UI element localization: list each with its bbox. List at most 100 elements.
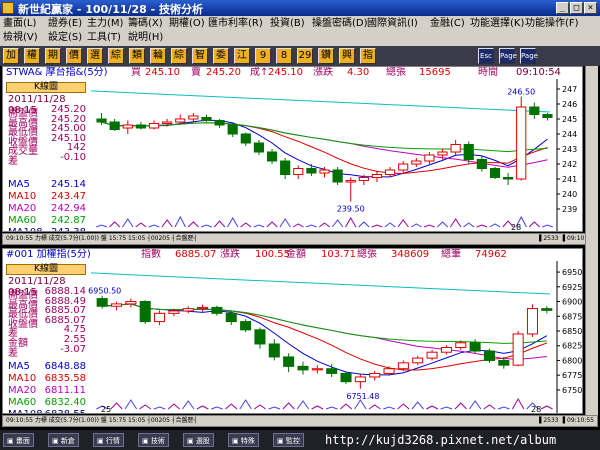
title-bar[interactable]: 新世紀贏家 - 100/11/28 - 技術分析 _ □ × [0, 0, 600, 16]
toolbar-button[interactable]: 輪 [150, 48, 166, 64]
toolbar-button[interactable]: 29 [297, 48, 313, 64]
toolbar-button[interactable]: 加 [3, 48, 19, 64]
candle-body [197, 306, 209, 310]
toolbar-button[interactable]: 價 [66, 48, 82, 64]
toolbar-button[interactable]: 綜 [108, 48, 124, 64]
buy-label: 買 [131, 67, 141, 78]
taskbar-tab[interactable]: ▣ 新倉 [48, 433, 79, 447]
toolbar-button[interactable]: 類 [129, 48, 145, 64]
candle-body [426, 351, 438, 359]
menu-item[interactable]: 籌碼(X) [128, 17, 163, 31]
candle-body [463, 144, 474, 160]
candle-body [175, 118, 186, 123]
toolbar-button[interactable]: 選 [87, 48, 103, 64]
menu-item[interactable]: 檢視(V) [3, 31, 38, 45]
menu-item[interactable]: 設定(S) [48, 31, 82, 45]
toolbar-button[interactable]: 綜 [171, 48, 187, 64]
vertical-scrollbar[interactable] [585, 66, 598, 415]
y-tick-label: 6825 [562, 342, 582, 351]
x-axis-label: 28 [511, 223, 521, 232]
menu-item[interactable]: 證券(E) [48, 17, 82, 31]
y-tick-label: 6900 [562, 298, 582, 307]
menu-item[interactable]: 操盤密碼(D) [312, 17, 368, 31]
overlay-date: 2011/11/28 08:15 [8, 94, 66, 116]
candle-body [311, 368, 323, 371]
candle-body [201, 117, 212, 121]
taskbar-tab[interactable]: ▣ 選股 [183, 433, 214, 447]
candle-body [383, 368, 395, 374]
candlestick-chart-index[interactable]: 6950 6925 6900 6875 6850 6825 6800 6775 6750 25 28… [3, 261, 583, 414]
status-bar-index: 09:10:55 力標 成交(5.7分(1.00)) 盤 15:75 15:05… [2, 415, 598, 427]
taskbar-tab[interactable]: ▣ 技術 [138, 433, 169, 447]
menu-item[interactable]: 主力(M) [87, 17, 123, 31]
overlay-row: 成交量 142 [8, 142, 86, 158]
taskbar-tab[interactable]: ▣ 行情 [93, 433, 124, 447]
menu-item[interactable]: 工具(T) [87, 31, 121, 45]
taskbar-tab[interactable]: ▣ 監控 [273, 433, 304, 447]
ma-row: MA60 6832.40 [8, 397, 86, 408]
toolbar-button[interactable]: 期 [45, 48, 61, 64]
y-tick-label: 241 [562, 175, 577, 184]
chart-panel-futures[interactable]: STWA& 摩台指&(5分) 買 245.10 賣 245.20 成↑ 245.… [2, 66, 583, 232]
chart-panel-index[interactable]: #001 加權指(5分) 指數 6885.07 漲跌 100.55 金額 103… [2, 248, 583, 414]
candle-body [319, 169, 330, 174]
index-value: 6885.07 [175, 249, 217, 260]
candle-body [148, 123, 160, 129]
candle-body [122, 124, 133, 129]
candle-body [254, 329, 266, 345]
candle-body [354, 376, 366, 383]
toolbar-button[interactable]: 興 [339, 48, 355, 64]
toolbar-icon-button[interactable]: Page Dn [520, 48, 538, 74]
menu-item[interactable]: 畫面(L) [3, 17, 36, 31]
toolbar-button[interactable]: 江 [234, 48, 250, 64]
toolbar-button[interactable]: 8 [276, 48, 292, 64]
menu-item[interactable]: 國際資訊(I) [367, 17, 418, 31]
kline-overlay-title-index: K線圖 [6, 264, 86, 275]
toolbar-icon-button[interactable]: Page Up [499, 48, 517, 74]
candle-body [182, 308, 194, 312]
kline-overlay-title: K線圖 [6, 82, 86, 93]
toolbar-button[interactable]: 智 [192, 48, 208, 64]
symbol-name: STWA& 摩台指&(5分) [6, 67, 108, 78]
toolbar-icon-button[interactable]: Esc [478, 48, 494, 64]
menu-item[interactable]: 金融(C) [430, 17, 465, 31]
ma-row: MA20 6811.11 [8, 385, 86, 396]
toolbar-button[interactable]: 9 [255, 48, 271, 64]
x-axis-label: 28 [531, 405, 541, 414]
close-button[interactable]: × [584, 2, 597, 14]
candle-body [541, 308, 553, 311]
candle-body [450, 144, 461, 153]
menu-item[interactable]: 投資(B) [270, 17, 305, 31]
menu-item[interactable]: 功能選擇(K) [470, 17, 524, 31]
overlay-row: 收盤價 245.10 [8, 132, 86, 148]
candle-body [109, 121, 120, 130]
overlay-row: 差 -3.07 [8, 343, 86, 359]
toolbar-button[interactable]: 委 [213, 48, 229, 64]
taskbar-tab[interactable]: ▣ 畫面 [3, 433, 34, 447]
overlay-row: 最高價 245.20 [8, 113, 86, 129]
overlay-row: 最高價 6888.49 [8, 295, 86, 311]
overlay-row: 差 4.75 [8, 324, 86, 340]
candle-body [293, 168, 304, 175]
candle-body [297, 365, 309, 371]
candle-body [125, 301, 137, 305]
minimize-button[interactable]: _ [556, 2, 569, 14]
maximize-button[interactable]: □ [570, 2, 583, 14]
toolbar-button[interactable]: 鑽 [318, 48, 334, 64]
candle-body [214, 120, 225, 126]
chart-background [3, 261, 582, 413]
toolbar-button[interactable]: 指 [360, 48, 376, 64]
y-tick-label: 6875 [562, 312, 582, 321]
sell-value: 245.20 [206, 67, 241, 78]
menu-item[interactable]: 功能操作(F) [525, 17, 579, 31]
overlay-row: 差 -0.10 [8, 152, 86, 167]
menu-item[interactable]: 匯市利率(R) [208, 17, 263, 31]
y-tick-label: 240 [562, 190, 577, 199]
taskbar-tab[interactable]: ▣ 特殊 [228, 433, 259, 447]
candle-body [96, 298, 108, 307]
menu-item[interactable]: 說明(H) [128, 31, 163, 45]
menu-item[interactable]: 期權(O) [169, 17, 205, 31]
toolbar-button[interactable]: 權 [24, 48, 40, 64]
candlestick-chart-futures[interactable]: 247 246 245 244 243 242 241 240 239 28 246.50 239.5… [3, 79, 583, 232]
candle-body [345, 180, 356, 183]
